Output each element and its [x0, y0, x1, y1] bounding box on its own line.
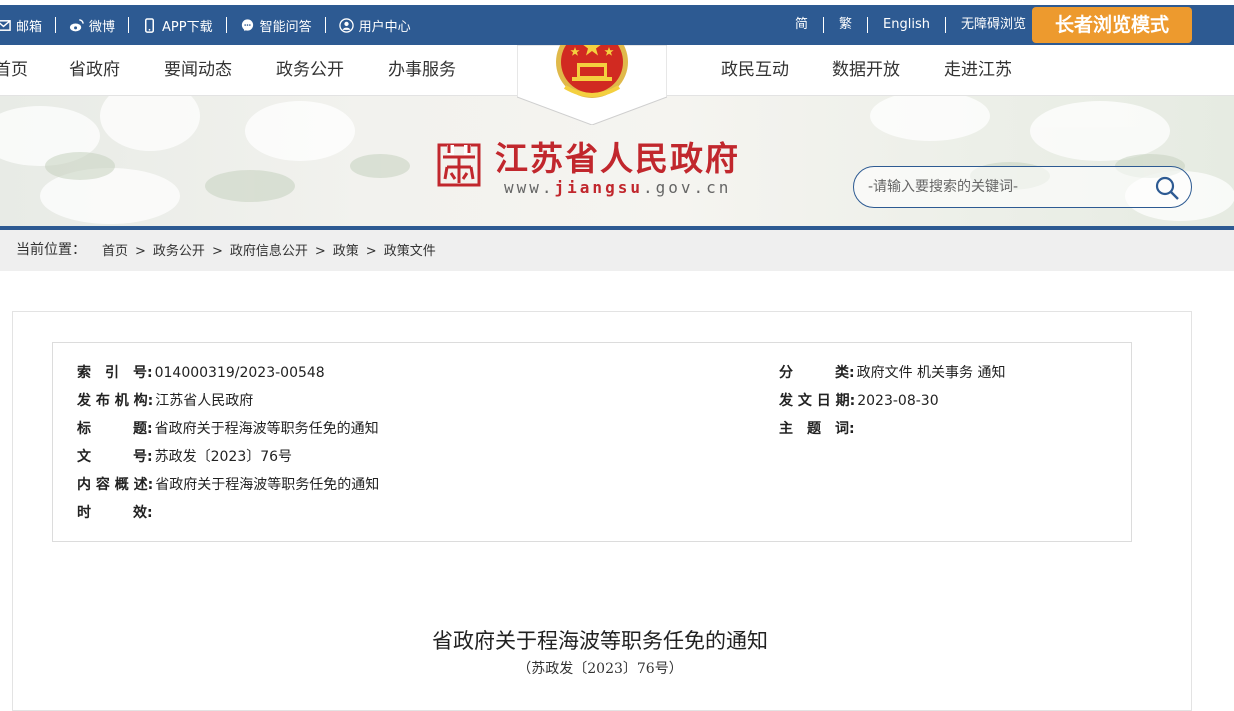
accessibility-link[interactable]: 无障碍浏览 [946, 17, 1041, 33]
nav-open-data[interactable]: 数据开放 [832, 45, 900, 96]
simplified-chinese-link[interactable]: 简 [780, 17, 825, 33]
meta-keywords-value [855, 419, 857, 439]
meta-summary-value: 省政府关于程海波等职务任免的通知 [155, 477, 380, 493]
jiangsu-logo-icon[interactable] [437, 143, 481, 187]
document-number: （苏政发〔2023〕76号） [517, 661, 683, 677]
meta-validity-key: 时 效: [77, 505, 153, 521]
app-download-label: APP下载 [162, 19, 213, 35]
meta-index-row: 索 引 号: 014000319/2023-00548 [77, 363, 325, 383]
nav-interaction[interactable]: 政民互动 [721, 45, 789, 96]
meta-title-value: 省政府关于程海波等职务任免的通知 [154, 421, 379, 437]
meta-validity-value [153, 503, 155, 523]
english-link[interactable]: English [868, 17, 946, 33]
meta-category-key: 分 类: [779, 365, 855, 381]
meta-date-key: 发 文 日 期: [779, 393, 856, 409]
search-box [853, 166, 1192, 208]
breadcrumb: 当前位置： 首页 > 政务公开 > 政府信息公开 > 政策 > 政策文件 [0, 230, 1234, 271]
site-url-prefix: www. [504, 178, 555, 197]
meta-category-row: 分 类: 政府文件 机关事务 通知 [779, 363, 1006, 383]
search-icon[interactable] [1154, 175, 1180, 201]
meta-issuer-key: 发 布 机 构: [77, 393, 154, 409]
phone-icon [145, 17, 155, 33]
meta-docno-key: 文 号: [77, 449, 153, 465]
weibo-label: 微博 [89, 19, 116, 35]
meta-keywords-key: 主 题 词: [779, 421, 855, 437]
nav-news[interactable]: 要闻动态 [164, 45, 232, 96]
mail-label: 邮箱 [16, 19, 43, 35]
national-emblem-icon[interactable] [517, 45, 667, 125]
site-url: www.jiangsu.gov.cn [504, 178, 731, 197]
top-utility-bar: 邮箱 微博 APP下载 智能问答 用户中心 简 繁 English 无障碍浏览 … [0, 5, 1234, 45]
smart-qa-label: 智能问答 [259, 19, 312, 35]
breadcrumb-item-info-disclosure[interactable]: 政府信息公开 [230, 230, 308, 273]
breadcrumb-separator: > [314, 244, 326, 259]
meta-docno-row: 文 号: 苏政发〔2023〕76号 [77, 447, 292, 467]
site-url-suffix: .gov.cn [642, 178, 732, 197]
meta-category-value: 政府文件 机关事务 通知 [856, 365, 1006, 381]
meta-issuer-value: 江苏省人民政府 [155, 393, 254, 409]
breadcrumb-trail: 首页 > 政务公开 > 政府信息公开 > 政策 > 政策文件 [102, 230, 436, 273]
meta-title-row: 标 题: 省政府关于程海波等职务任免的通知 [77, 419, 379, 439]
user-center-link[interactable]: 用户中心 [326, 17, 424, 35]
meta-docno-value: 苏政发〔2023〕76号 [154, 449, 293, 465]
weibo-icon [69, 18, 84, 31]
nav-home[interactable]: 首页 [0, 45, 28, 96]
breadcrumb-label: 当前位置： [16, 242, 86, 258]
nav-government-affairs[interactable]: 政务公开 [276, 45, 344, 96]
breadcrumb-separator: > [365, 244, 377, 259]
meta-date-row: 发 文 日 期: 2023-08-30 [779, 391, 939, 411]
breadcrumb-separator: > [211, 244, 223, 259]
document-metadata-table: 索 引 号: 014000319/2023-00548 分 类: 政府文件 机关… [52, 342, 1132, 542]
meta-validity-row: 时 效: [77, 503, 155, 523]
meta-title-key: 标 题: [77, 421, 153, 437]
mail-link[interactable]: 邮箱 [0, 17, 57, 35]
app-download-link[interactable]: APP下载 [129, 17, 227, 35]
top-right-links: 简 繁 English 无障碍浏览 [780, 5, 1041, 45]
meta-keywords-row: 主 题 词: [779, 419, 857, 439]
nav-services[interactable]: 办事服务 [388, 45, 456, 96]
meta-summary-key: 内 容 概 述: [77, 477, 154, 493]
meta-index-key: 索 引 号: [77, 365, 153, 381]
weibo-link[interactable]: 微博 [56, 17, 130, 35]
breadcrumb-item-policy[interactable]: 政策 [333, 230, 359, 273]
traditional-chinese-link[interactable]: 繁 [824, 17, 869, 33]
nav-province-government[interactable]: 省政府 [69, 45, 120, 96]
meta-summary-row: 内 容 概 述: 省政府关于程海波等职务任免的通知 [77, 475, 379, 495]
breadcrumb-item-home[interactable]: 首页 [102, 230, 128, 273]
breadcrumb-separator: > [135, 244, 146, 259]
site-name[interactable]: 江苏省人民政府 [495, 132, 740, 180]
user-center-label: 用户中心 [358, 19, 411, 35]
user-icon [338, 17, 354, 33]
breadcrumb-item-government-affairs[interactable]: 政务公开 [153, 230, 205, 273]
nav-about-jiangsu[interactable]: 走进江苏 [944, 45, 1012, 96]
search-input[interactable] [868, 167, 1148, 207]
meta-issuer-row: 发 布 机 构: 江苏省人民政府 [77, 391, 253, 411]
meta-date-value: 2023-08-30 [857, 393, 939, 409]
meta-index-value: 014000319/2023-00548 [154, 365, 325, 381]
document-title: 省政府关于程海波等职务任免的通知 [432, 629, 768, 653]
elder-mode-button[interactable]: 长者浏览模式 [1032, 7, 1192, 43]
mail-icon [0, 19, 11, 31]
chat-icon [241, 18, 253, 31]
top-left-links: 邮箱 微博 APP下载 智能问答 用户中心 [0, 5, 424, 45]
smart-qa-link[interactable]: 智能问答 [227, 17, 326, 35]
site-url-domain: jiangsu [554, 178, 643, 197]
breadcrumb-item-policy-documents[interactable]: 政策文件 [384, 230, 436, 273]
